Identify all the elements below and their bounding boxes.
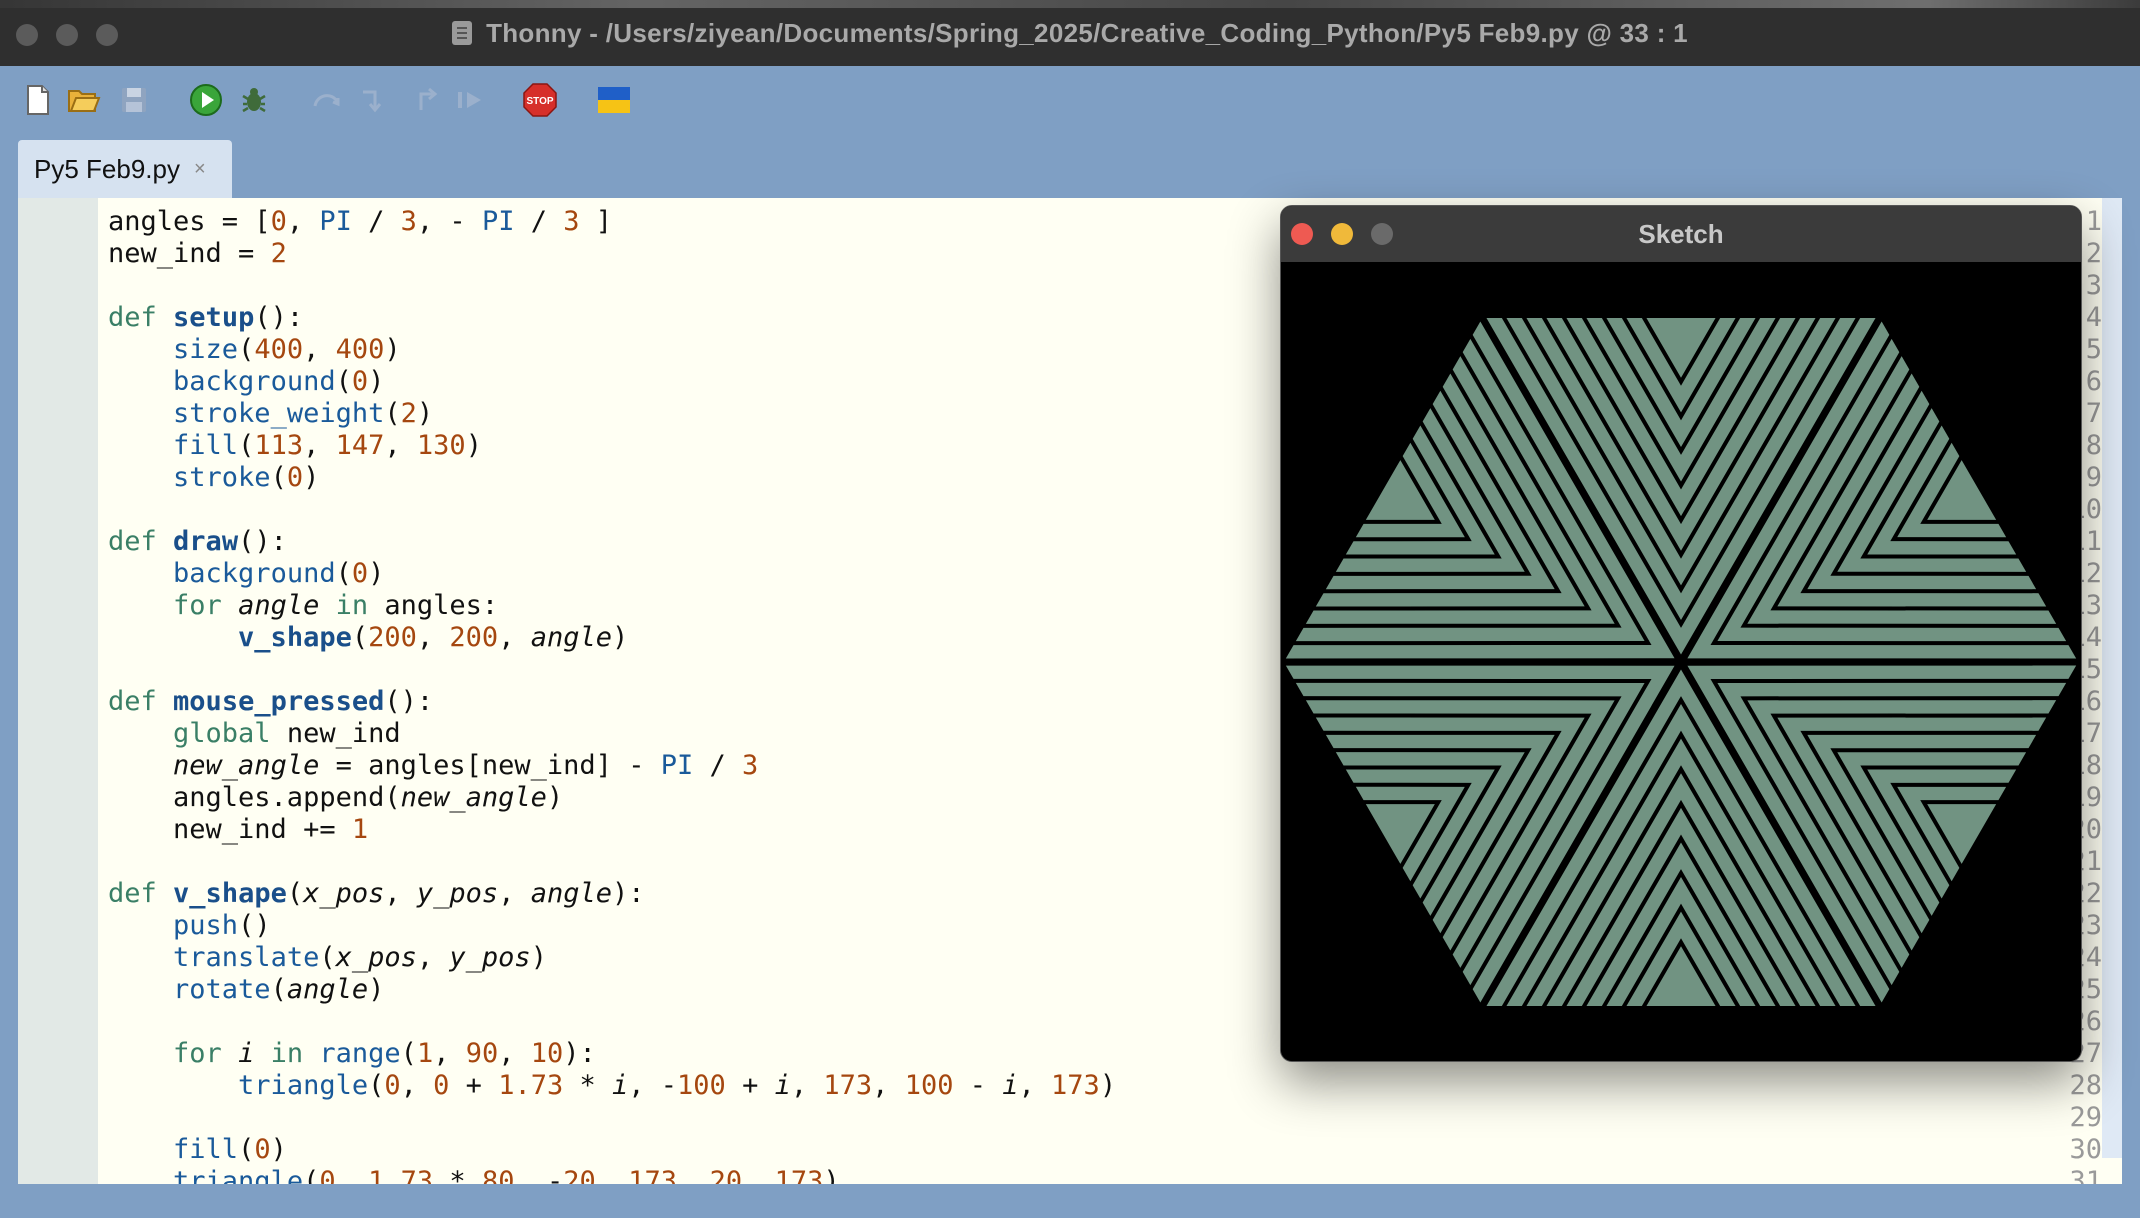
editor-tab-strip: Py5 Feb9.py ×	[0, 138, 2140, 198]
bottom-bar	[0, 1184, 2140, 1218]
save-icon[interactable]	[116, 82, 152, 118]
document-icon	[452, 21, 473, 45]
step-over-icon[interactable]	[308, 82, 344, 118]
code-line[interactable]: angles.append(new_angle)	[108, 782, 563, 813]
sketch-window[interactable]: Sketch	[1280, 205, 2082, 1062]
code-line[interactable]: fill(0)	[108, 1134, 287, 1165]
code-line[interactable]: def setup():	[108, 302, 303, 333]
stop-icon-label: STOP	[526, 96, 553, 107]
line-number-gutter	[18, 198, 98, 1184]
code-line[interactable]: fill(113, 147, 130)	[108, 430, 482, 461]
line-number: 30	[2069, 1134, 2102, 1165]
window-titlebar: Thonny - /Users/ziyean/Documents/Spring_…	[0, 0, 2140, 66]
code-line[interactable]: triangle(0, 0 + 1.73 * i, -100 + i, 173,…	[108, 1070, 1116, 1101]
ukraine-flag-icon[interactable]	[596, 82, 632, 118]
code-line[interactable]: push()	[108, 910, 271, 941]
open-file-icon[interactable]	[66, 82, 102, 118]
sketch-title: Sketch	[1638, 218, 1724, 249]
code-line[interactable]: triangle(0, 1.73 * 80, -20, 173, 20, 173…	[108, 1166, 840, 1184]
code-line[interactable]: new_ind += 1	[108, 814, 368, 845]
sketch-close-button[interactable]	[1291, 223, 1313, 245]
code-line[interactable]: new_angle = angles[new_ind] - PI / 3	[108, 750, 758, 781]
code-line[interactable]: global new_ind	[108, 718, 401, 749]
code-line[interactable]: for i in range(1, 90, 10):	[108, 1038, 596, 1069]
sketch-titlebar: Sketch	[1281, 206, 2081, 262]
code-line[interactable]: def v_shape(x_pos, y_pos, angle):	[108, 878, 645, 909]
code-line[interactable]: def draw():	[108, 526, 287, 557]
sketch-zoom-button[interactable]	[1371, 223, 1393, 245]
vertical-scrollbar[interactable]	[2102, 198, 2122, 1158]
code-line[interactable]: stroke_weight(2)	[108, 398, 433, 429]
line-number: 29	[2069, 1102, 2102, 1133]
debug-icon[interactable]	[236, 82, 272, 118]
sketch-minimize-button[interactable]	[1331, 223, 1353, 245]
code-line[interactable]: def mouse_pressed():	[108, 686, 433, 717]
code-line[interactable]: background(0)	[108, 366, 384, 397]
code-line[interactable]: size(400, 400)	[108, 334, 401, 365]
window-title: Thonny - /Users/ziyean/Documents/Spring_…	[0, 0, 2140, 66]
run-icon[interactable]	[188, 82, 224, 118]
code-line[interactable]: rotate(angle)	[108, 974, 384, 1005]
tab-py5-feb9[interactable]: Py5 Feb9.py ×	[18, 140, 232, 198]
new-file-icon[interactable]	[20, 82, 56, 118]
step-into-icon[interactable]	[354, 82, 390, 118]
window-title-text: Thonny - /Users/ziyean/Documents/Spring_…	[486, 17, 1688, 48]
line-number: 31	[2069, 1166, 2102, 1184]
code-line[interactable]: v_shape(200, 200, angle)	[108, 622, 628, 653]
code-line[interactable]: translate(x_pos, y_pos)	[108, 942, 547, 973]
toolbar: STOP	[0, 66, 2140, 138]
code-line[interactable]: angles = [0, PI / 3, - PI / 3 ]	[108, 206, 612, 237]
code-line[interactable]: stroke(0)	[108, 462, 319, 493]
resume-icon[interactable]	[452, 82, 488, 118]
step-out-icon[interactable]	[408, 82, 444, 118]
tab-label: Py5 Feb9.py	[34, 153, 180, 184]
code-line[interactable]: new_ind = 2	[108, 238, 287, 269]
sketch-canvas[interactable]	[1281, 262, 2081, 1062]
line-number: 28	[2069, 1070, 2102, 1101]
code-line[interactable]: background(0)	[108, 558, 384, 589]
code-line[interactable]: for angle in angles:	[108, 590, 498, 621]
tab-close-icon[interactable]: ×	[194, 158, 206, 181]
stop-icon[interactable]: STOP	[522, 82, 558, 118]
